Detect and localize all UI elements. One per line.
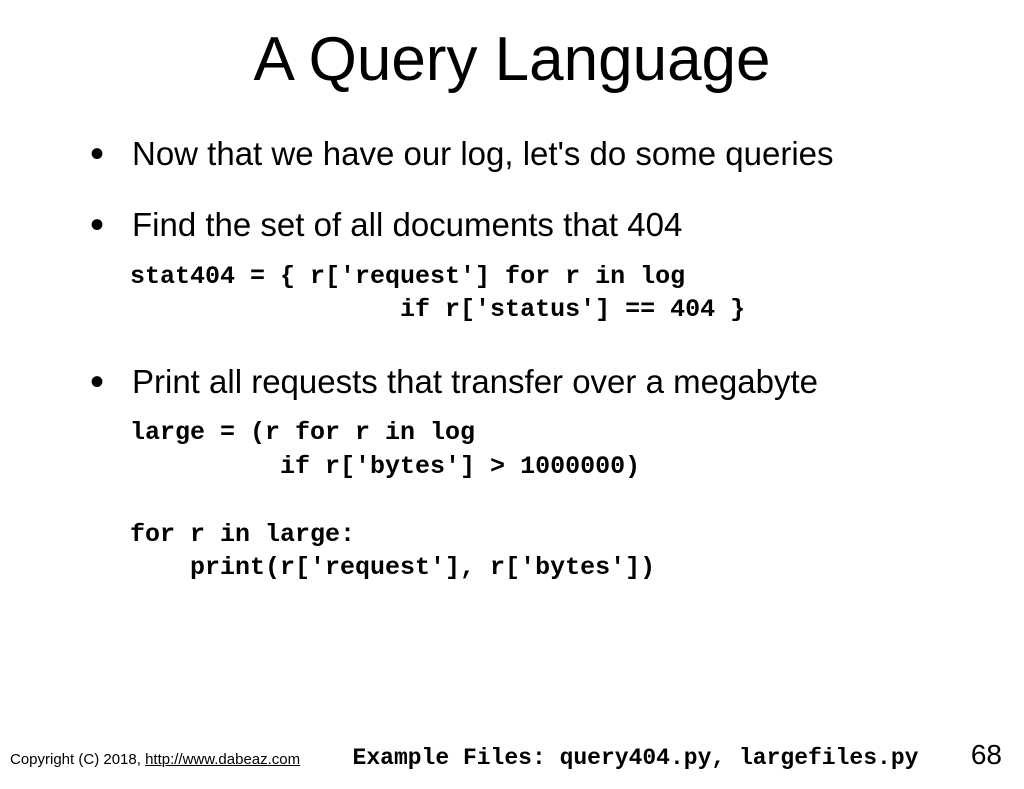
code-block-large: large = (r for r in log if r['bytes'] > … bbox=[130, 416, 984, 585]
copyright-text: Copyright (C) 2018, http://www.dabeaz.co… bbox=[10, 751, 300, 768]
code-block-stat404: stat404 = { r['request'] for r in log if… bbox=[130, 260, 984, 328]
copyright-prefix: Copyright (C) 2018, bbox=[10, 751, 145, 768]
slide: A Query Language Now that we have our lo… bbox=[0, 0, 1024, 789]
bullet-item: Print all requests that transfer over a … bbox=[90, 361, 984, 402]
slide-footer: Copyright (C) 2018, http://www.dabeaz.co… bbox=[10, 739, 1002, 771]
bullet-list: Now that we have our log, let's do some … bbox=[40, 133, 984, 246]
bullet-list: Print all requests that transfer over a … bbox=[40, 361, 984, 402]
copyright-link[interactable]: http://www.dabeaz.com bbox=[145, 751, 300, 768]
page-number: 68 bbox=[971, 739, 1002, 771]
bullet-item: Find the set of all documents that 404 bbox=[90, 204, 984, 245]
example-files: Example Files: query404.py, largefiles.p… bbox=[353, 745, 919, 771]
slide-title: A Query Language bbox=[40, 24, 984, 95]
bullet-item: Now that we have our log, let's do some … bbox=[90, 133, 984, 174]
